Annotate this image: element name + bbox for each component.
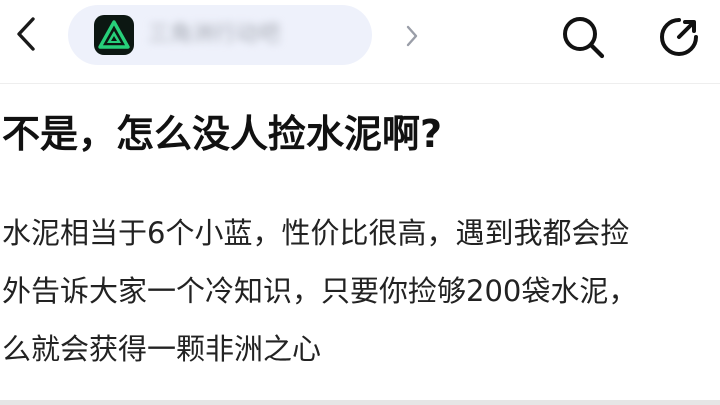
search-button[interactable] [556,12,610,62]
post-body-line: 外告诉大家一个冷知识，只要你捡够200袋水泥， [2,274,638,308]
forum-link[interactable]: 三角洲行动吧 [68,5,418,65]
post-title: 不是，怎么没人捡水泥啊? [2,112,443,156]
post-body: 水泥相当于6个小蓝，性价比很高，遇到我都会捡 外告诉大家一个冷知识，只要你捡够2… [2,204,718,378]
post-page: 三角洲行动吧 不是，怎么没人捡水泥啊? 水泥相当于6个小蓝，性价比很高，遇到我都… [0,0,720,405]
forum-logo [94,15,134,55]
post-body-line: 水泥相当于6个小蓝，性价比很高，遇到我都会捡 [2,216,630,250]
top-bar: 三角洲行动吧 [0,0,720,72]
chevron-right-icon [406,25,418,47]
search-icon [563,17,605,59]
back-button[interactable] [6,14,46,54]
share-icon [660,18,698,56]
triangle-logo-icon [98,20,130,49]
share-button[interactable] [652,12,706,62]
header-divider [0,83,720,84]
forum-chevron [402,23,422,49]
bottom-divider [0,400,720,405]
forum-name: 三角洲行动吧 [148,22,281,47]
chevron-left-icon [17,17,35,51]
post-body-line: 么就会获得一颗非洲之心 [2,332,322,366]
